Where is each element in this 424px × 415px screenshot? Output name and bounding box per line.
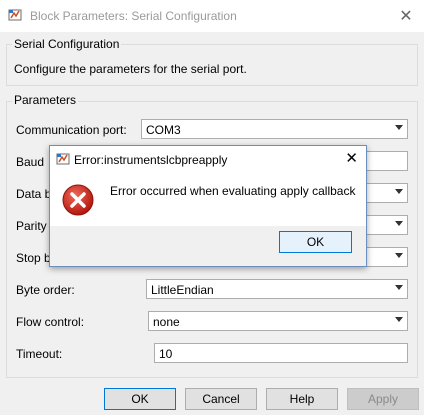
help-button[interactable]: Help <box>266 388 338 410</box>
chevron-down-icon <box>395 221 403 226</box>
flow-control-select[interactable]: none <box>148 311 408 331</box>
chevron-down-icon <box>395 285 403 290</box>
chevron-down-icon <box>395 253 403 258</box>
data-bits-select[interactable] <box>360 183 408 203</box>
data-bits-label: Data b <box>16 187 52 201</box>
error-dialog-footer: OK <box>50 226 366 266</box>
timeout-label: Timeout: <box>16 347 63 361</box>
close-icon[interactable]: ✕ <box>345 149 358 167</box>
communication-port-select[interactable]: COM3 <box>141 119 408 139</box>
communication-port-value: COM3 <box>146 123 181 137</box>
byte-order-select[interactable]: LittleEndian <box>146 279 408 299</box>
error-dialog-title: Error:instrumentslcbpreapply <box>74 153 228 167</box>
simulink-block-icon <box>56 153 70 165</box>
parity-select[interactable] <box>360 215 408 235</box>
error-ok-button[interactable]: OK <box>279 231 352 253</box>
simulink-block-icon <box>8 9 22 21</box>
error-dialog: Error:instrumentslcbpreapply ✕ Error occ… <box>49 145 367 267</box>
baud-rate-input[interactable] <box>360 151 408 171</box>
window-title: Block Parameters: Serial Configuration <box>30 9 237 23</box>
timeout-input[interactable]: 10 <box>154 343 408 363</box>
error-message: Error occurred when evaluating apply cal… <box>110 184 356 198</box>
error-dialog-titlebar: Error:instrumentslcbpreapply ✕ <box>50 146 366 172</box>
stop-bits-label: Stop b <box>16 251 51 265</box>
apply-button: Apply <box>347 388 419 410</box>
parameters-heading: Parameters <box>12 93 79 107</box>
flow-control-value: none <box>153 315 180 329</box>
chevron-down-icon <box>395 189 403 194</box>
baud-rate-label: Baud <box>16 155 45 169</box>
parity-label: Parity <box>16 219 47 233</box>
flow-control-label: Flow control: <box>16 315 85 329</box>
close-icon[interactable]: ✕ <box>398 6 414 25</box>
byte-order-value: LittleEndian <box>151 283 214 297</box>
byte-order-label: Byte order: <box>16 283 75 297</box>
cancel-button[interactable]: Cancel <box>185 388 257 410</box>
block-description-text: Configure the parameters for the serial … <box>14 62 247 76</box>
window-titlebar: Block Parameters: Serial Configuration ✕ <box>0 0 424 32</box>
error-x-icon <box>62 184 94 216</box>
block-description-heading: Serial Configuration <box>12 37 122 51</box>
timeout-value: 10 <box>159 347 173 361</box>
communication-port-label: Communication port: <box>16 123 127 137</box>
chevron-down-icon <box>395 317 403 322</box>
ok-button[interactable]: OK <box>104 388 176 410</box>
chevron-down-icon <box>395 125 403 130</box>
